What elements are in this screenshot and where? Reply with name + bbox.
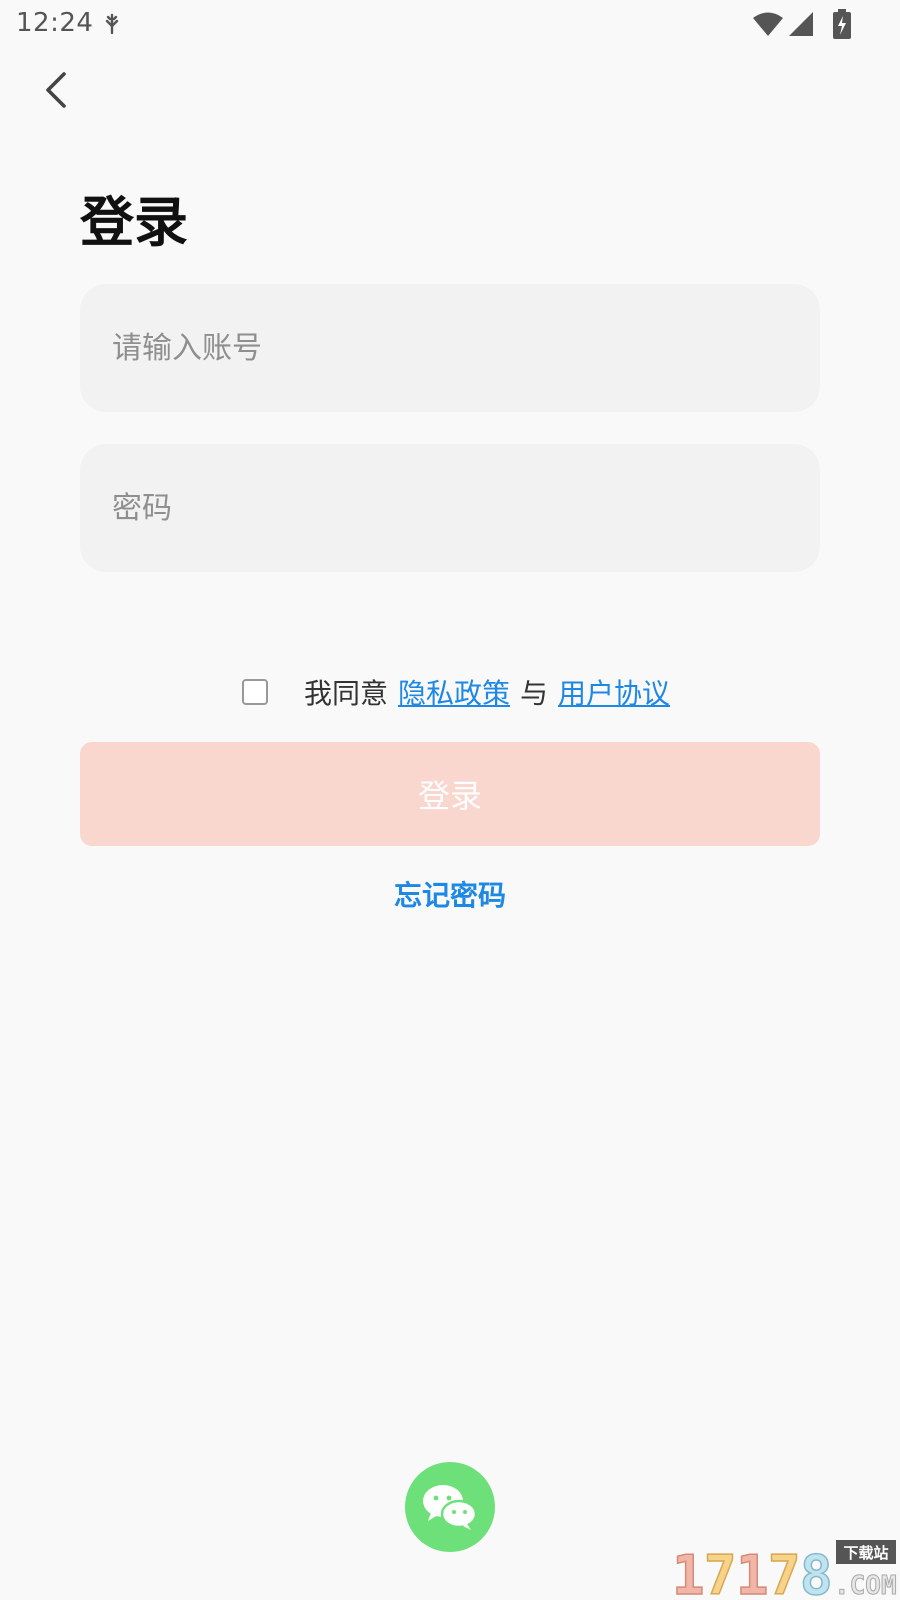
agreement-lead-text: 我同意 [304,677,389,710]
password-field[interactable] [80,444,820,572]
svg-text:1: 1 [736,1544,769,1600]
status-icons [752,8,852,40]
svg-text:.COM: .COM [834,1571,897,1600]
agreement-and-text: 与 [520,677,549,710]
agreement-row: 我同意 隐私政策 与 用户协议 [242,668,670,716]
status-bar: 12:24 [0,0,900,50]
battery-charging-icon [833,9,851,39]
svg-text:1: 1 [672,1544,705,1600]
wifi-icon [753,12,783,36]
17178-watermark-logo: 1 7 1 7 8 下载站 .COM [671,1540,897,1600]
privacy-policy-link[interactable]: 隐私政策 [398,672,510,712]
login-screen: 12:24 登录 请输入账号 我同意 隐私政策 与 用户协议 登录 忘记密码 1… [0,0,900,1600]
svg-text:7: 7 [768,1544,801,1600]
usb-debug-icon [105,13,119,35]
cell-signal-icon [789,12,813,36]
user-agreement-link[interactable]: 用户协议 [558,672,670,712]
svg-text:8: 8 [800,1544,833,1600]
chevron-left-icon [46,72,66,108]
back-button[interactable] [30,64,82,116]
login-button[interactable]: 登录 [80,742,820,846]
status-time: 12:24 [16,8,94,38]
password-input[interactable] [80,444,820,572]
svg-text:下载站: 下载站 [843,1544,888,1562]
wechat-login-button[interactable] [405,1462,495,1552]
wechat-icon [423,1485,478,1530]
account-input[interactable] [80,284,820,412]
svg-text:7: 7 [704,1544,737,1600]
agreement-checkbox[interactable] [242,679,268,705]
page-title: 登录 [80,191,188,254]
account-field[interactable] [80,284,820,412]
forgot-password-link[interactable]: 忘记密码 [0,874,900,914]
